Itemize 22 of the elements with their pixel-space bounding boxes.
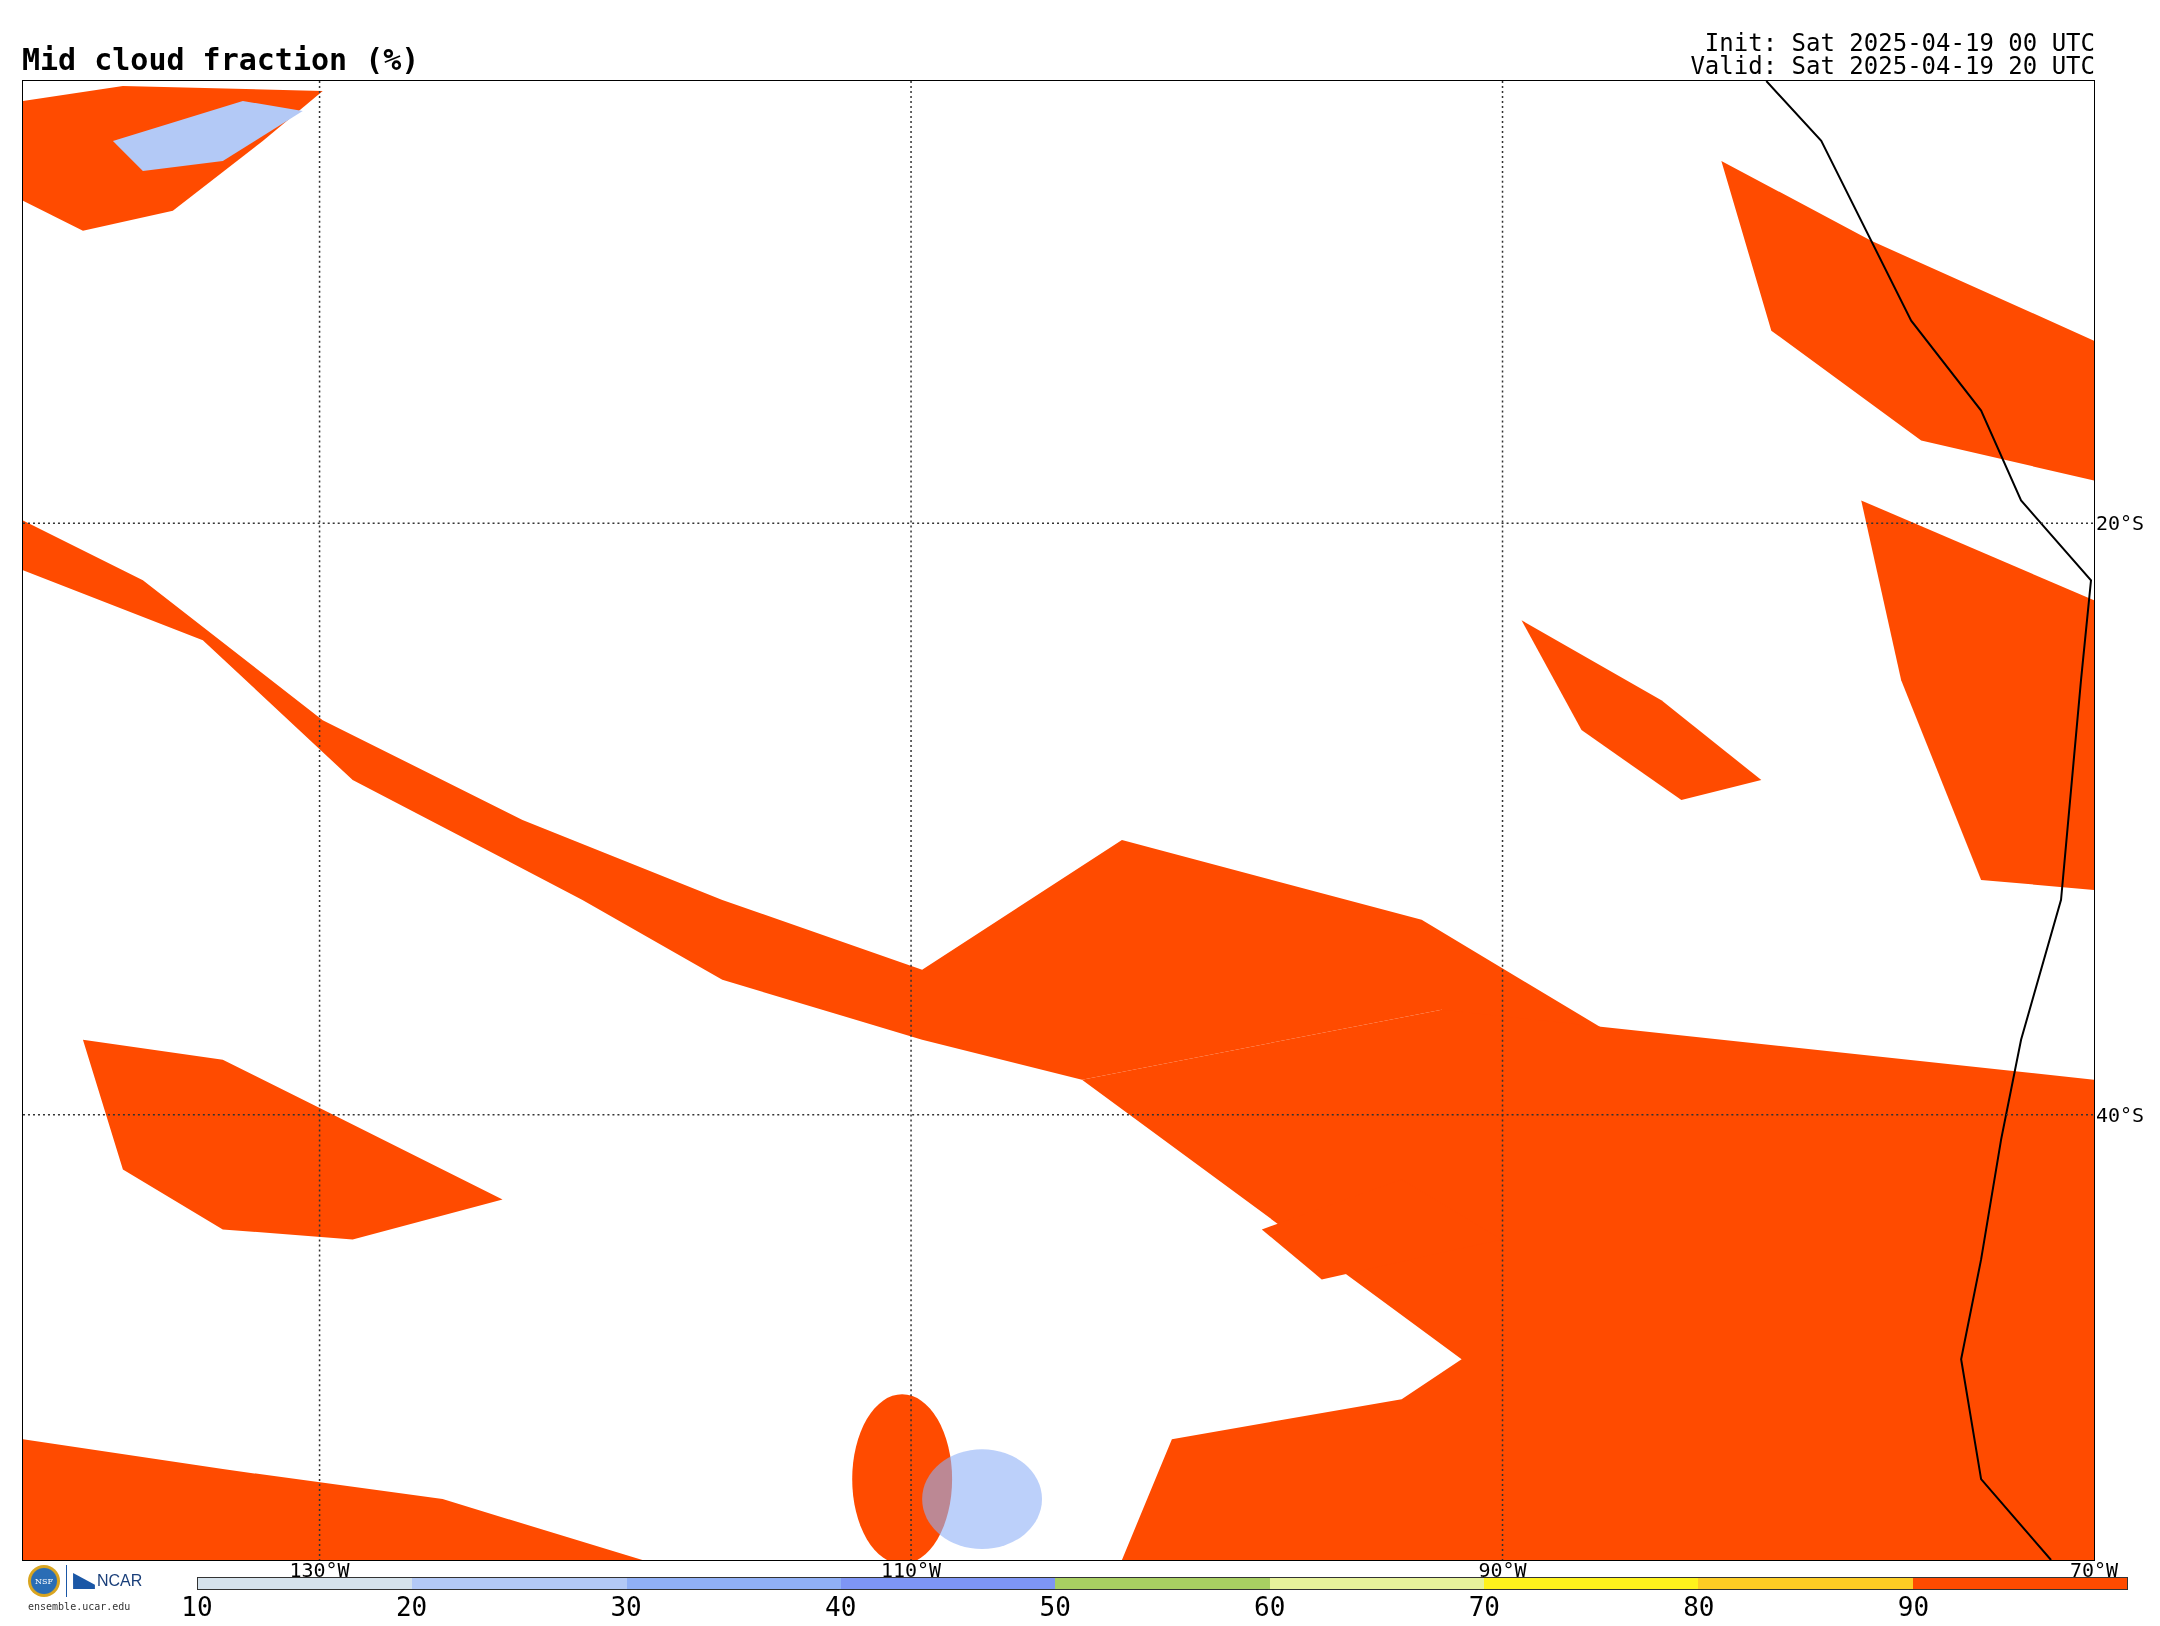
run-time-label: Valid: Sat 2025-04-19 20 UTC	[1690, 55, 2095, 78]
scale-tick-label: 10	[181, 1592, 213, 1622]
website-link[interactable]: ensemble.ucar.edu	[28, 1601, 131, 1612]
longitude-label: 110°W	[880, 1560, 942, 1580]
scale-tick-label: 30	[610, 1592, 642, 1622]
mountain-logo-icon	[73, 1573, 95, 1589]
scale-tick-label: 40	[825, 1592, 857, 1622]
scale-tick-label: 50	[1039, 1592, 1071, 1622]
scale-tick-label: 70	[1468, 1592, 1500, 1622]
scale-tick-label: 60	[1254, 1592, 1286, 1622]
scale-tick-label: 90	[1897, 1592, 1930, 1622]
chart-title: Mid cloud fraction (%)	[22, 45, 420, 78]
latitude-label: 20°S	[2095, 511, 2145, 536]
seal-logo: NSF	[28, 1565, 60, 1597]
scale-tick-label: 80	[1683, 1592, 1715, 1622]
latitude-label: 40°S	[2095, 1102, 2145, 1127]
longitude-label: 130°W	[289, 1560, 350, 1580]
longitude-label: 90°W	[1478, 1560, 1527, 1580]
logo-text: NCAR	[97, 1572, 143, 1590]
longitude-label: 70°W	[2069, 1560, 2119, 1580]
run-time-label: Init: Sat 2025-04-19 00 UTC	[1704, 32, 2095, 55]
scale-tick-label: 20	[395, 1592, 428, 1622]
